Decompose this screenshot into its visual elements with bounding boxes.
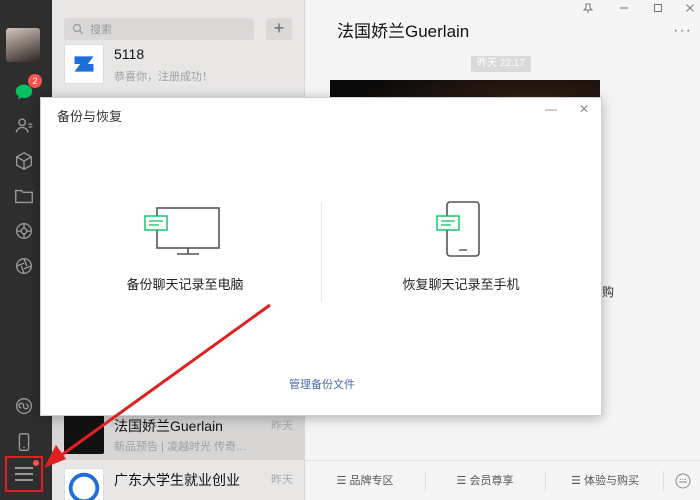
phone-restore-icon <box>436 201 480 257</box>
more-options-button[interactable]: ··· <box>673 22 692 40</box>
backup-to-pc-option[interactable]: 备份聊天记录至电脑 <box>65 198 305 298</box>
chat-preview: 新品预告 | 凌越时光 传奇… <box>114 441 248 453</box>
mini-program-icon[interactable] <box>12 394 36 418</box>
menu-brand-zone[interactable]: ☰ 品牌专区 <box>305 461 425 500</box>
menu-member-benefits[interactable]: ☰ 会员尊享 <box>425 461 545 500</box>
restore-to-phone-option[interactable]: 恢复聊天记录至手机 <box>341 198 581 298</box>
chat-title: 法国娇兰Guerlain <box>337 22 470 41</box>
dialog-close-button[interactable]: ✕ <box>579 102 589 116</box>
menu-lines-icon: ☰ <box>336 475 350 487</box>
moments-icon[interactable] <box>12 219 36 243</box>
menu-experience-purchase[interactable]: ☰ 体验与购买 <box>545 461 665 500</box>
chat-name: 法国娇兰Guerlain <box>114 418 223 434</box>
pin-icon[interactable] <box>582 3 594 16</box>
close-icon[interactable] <box>685 3 695 16</box>
backup-restore-dialog: 备份与恢复 — ✕ 备份聊天记录至电脑 恢复聊天记录至手机 管理备份文件 <box>40 97 602 416</box>
chat-avatar <box>64 414 104 454</box>
unread-badge: 2 <box>28 74 42 88</box>
chat-icon[interactable]: 2 <box>12 74 42 104</box>
menu-lines-icon: ☰ <box>571 475 584 487</box>
chat-item[interactable]: 5118 恭喜你，注册成功！ <box>52 36 305 90</box>
menu-lines-icon: ☰ <box>456 475 470 487</box>
favorites-icon[interactable] <box>12 149 36 173</box>
menu-button-highlight[interactable] <box>5 456 43 492</box>
manage-backup-files-link[interactable]: 管理备份文件 <box>41 376 603 392</box>
search-icon <box>72 23 84 35</box>
files-icon[interactable] <box>12 184 36 208</box>
chat-time: 昨天 <box>271 420 293 432</box>
dialog-minimize-button[interactable]: — <box>545 102 557 116</box>
chat-avatar <box>64 44 104 84</box>
message-timestamp: 昨天 22:17 <box>471 56 531 72</box>
maximize-icon[interactable] <box>653 3 663 16</box>
minimize-icon[interactable] <box>619 3 629 16</box>
channels-icon[interactable] <box>12 254 36 278</box>
dialog-title: 备份与恢复 <box>57 109 123 124</box>
menu-notification-dot <box>33 460 39 466</box>
chat-avatar <box>64 468 104 500</box>
chat-name: 广东大学生就业创业 <box>114 472 240 488</box>
restore-to-phone-label: 恢复聊天记录至手机 <box>402 277 520 292</box>
chat-time: 昨天 <box>271 474 293 486</box>
dialog-divider <box>321 202 322 302</box>
contacts-icon[interactable] <box>12 114 36 138</box>
search-placeholder: 搜索 <box>90 24 112 36</box>
backup-to-pc-label: 备份聊天记录至电脑 <box>126 277 244 292</box>
menu-label: 品牌专区 <box>349 475 394 487</box>
computer-backup-icon <box>144 207 220 255</box>
phone-icon[interactable] <box>12 430 36 454</box>
menu-label: 体验与购买 <box>583 475 639 487</box>
menu-label: 会员尊享 <box>469 475 514 487</box>
official-account-menu-bar: ☰ 品牌专区 ☰ 会员尊享 ☰ 体验与购买 <box>305 460 700 500</box>
chat-name: 5118 <box>114 46 145 62</box>
menu-divider <box>663 471 664 491</box>
keyboard-toggle-icon[interactable] <box>669 461 697 500</box>
chat-item[interactable]: 广东大学生就业创业 昨天 <box>52 460 305 500</box>
article-row-title: 购 <box>602 285 615 299</box>
user-avatar[interactable] <box>6 28 40 62</box>
chat-preview: 恭喜你，注册成功！ <box>114 71 213 83</box>
